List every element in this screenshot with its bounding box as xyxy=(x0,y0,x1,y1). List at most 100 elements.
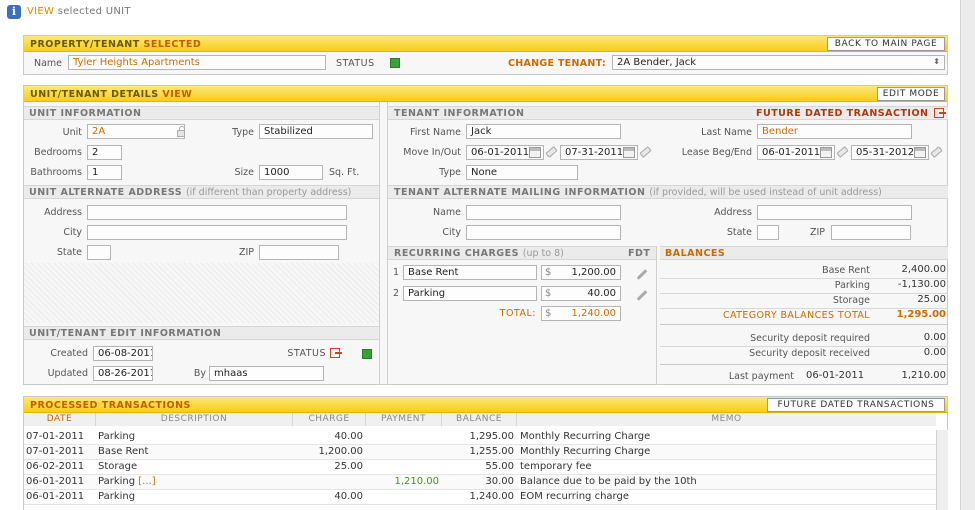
select-arrows-icon: ⬍ xyxy=(933,57,940,66)
table-row[interactable]: 06-01-2011 Parking [...] 1,210.00 30.00 Bala… xyxy=(24,475,936,490)
last-payment-label: Last payment xyxy=(728,371,794,382)
last-name-field[interactable]: Bender xyxy=(757,124,912,139)
transactions-title: PROCESSED TRANSACTIONS xyxy=(30,400,191,411)
cell-payment xyxy=(366,490,439,504)
empty-area xyxy=(24,263,379,323)
table-row[interactable]: 07-01-2011 Parking 40.00 1,295.00 Monthly Re… xyxy=(24,430,936,445)
charge-row-1-name[interactable]: Base Rent xyxy=(403,265,537,280)
charge-row-1-num: 1 xyxy=(392,267,399,278)
cell-charge: 25.00 xyxy=(334,461,363,472)
property-name-field[interactable]: Tyler Heights Apartments xyxy=(68,55,326,70)
recurring-total-field: $1,240.00 xyxy=(541,306,621,321)
unit-info-header: UNIT INFORMATION xyxy=(29,108,142,119)
page-title-keyword: VIEW xyxy=(27,6,55,17)
cell-desc: Parking [...] xyxy=(98,476,156,487)
calendar-icon-lease-end[interactable] xyxy=(914,147,926,158)
unit-alt-address-label: Address xyxy=(44,207,82,218)
tenant-alt-zip-field[interactable] xyxy=(831,225,911,240)
col-header-date[interactable]: DATE xyxy=(24,413,96,426)
cell-desc: Parking xyxy=(98,431,136,442)
future-dated-transactions-button[interactable]: FUTURE DATED TRANSACTIONS xyxy=(767,398,945,412)
calendar-icon-lease-beg[interactable] xyxy=(820,147,832,158)
edit-mode-button[interactable]: EDIT MODE xyxy=(877,87,945,101)
lease-label: Lease Beg/End xyxy=(681,147,752,158)
change-tenant-select[interactable]: 2A Bender, Jack ⬍ xyxy=(612,55,945,70)
col-header-balance[interactable]: BALANCE xyxy=(442,413,517,426)
page-title: VIEW selected UNIT xyxy=(27,6,131,17)
pencil-icon-row-2[interactable] xyxy=(636,290,648,301)
column-divider xyxy=(379,102,380,385)
cell-balance: 1,240.00 xyxy=(469,491,514,502)
tenant-alt-state-field[interactable] xyxy=(757,225,779,240)
eraser-icon-movein[interactable] xyxy=(545,146,558,158)
table-row[interactable]: 07-01-2011 Base Rent 1,200.00 1,255.00 Month… xyxy=(24,445,936,460)
tenant-alt-zip-label: ZIP xyxy=(809,227,825,238)
property-panel-header: PROPERTY/TENANT SELECTED BACK TO MAIN PA… xyxy=(24,36,947,52)
page-title-rest: selected UNIT xyxy=(57,6,131,17)
charge-row-2-name[interactable]: Parking xyxy=(403,286,537,301)
tenant-type-field[interactable]: None xyxy=(466,165,578,180)
balance-row-3-label: Storage xyxy=(832,295,870,306)
eraser-icon-moveout[interactable] xyxy=(639,146,652,158)
unit-alt-zip-label: ZIP xyxy=(238,247,254,258)
last-payment-value: 1,210.00 xyxy=(901,370,946,381)
created-field: 06-08-2011 xyxy=(93,346,153,361)
unit-alt-address-field[interactable] xyxy=(87,205,347,220)
balance-row-1-label: Base Rent xyxy=(822,265,870,276)
cell-date: 07-01-2011 xyxy=(26,431,85,442)
table-row[interactable]: 06-01-2011 Parking 40.00 1,240.00 EOM recurr… xyxy=(24,490,936,505)
exit-icon[interactable] xyxy=(330,348,342,358)
unit-alt-city-field[interactable] xyxy=(87,225,347,240)
page-scrollbar[interactable] xyxy=(960,0,975,510)
eraser-icon-lease-end[interactable] xyxy=(930,146,943,158)
tenant-alt-city-field[interactable] xyxy=(466,225,621,240)
back-to-main-button[interactable]: BACK TO MAIN PAGE xyxy=(827,37,945,51)
cell-charge: 40.00 xyxy=(334,431,363,442)
edit-status-label: STATUS xyxy=(287,348,326,359)
edit-status-indicator xyxy=(362,349,372,359)
last-payment-date: 06-01-2011 xyxy=(806,370,865,381)
calendar-icon-movein[interactable] xyxy=(529,147,541,158)
unit-alt-zip-field[interactable] xyxy=(259,245,339,260)
col-header-payment[interactable]: PAYMENT xyxy=(366,413,442,426)
unit-alt-state-field[interactable] xyxy=(87,245,111,260)
more-link[interactable]: [...] xyxy=(138,476,155,487)
bathrooms-field[interactable]: 1 xyxy=(87,165,122,180)
first-name-label: First Name xyxy=(409,127,461,138)
cell-date: 06-01-2011 xyxy=(26,476,85,487)
status-label: STATUS xyxy=(336,58,375,69)
cell-memo: Monthly Recurring Charge xyxy=(520,431,651,442)
unit-type-field[interactable]: Stabilized xyxy=(259,124,373,139)
first-name-field[interactable]: Jack xyxy=(466,124,621,139)
created-label: Created xyxy=(50,348,88,359)
cell-memo: temporary fee xyxy=(520,461,592,472)
table-scrollbar[interactable] xyxy=(936,430,948,510)
bedrooms-field[interactable]: 2 xyxy=(87,145,122,160)
recurring-header: RECURRING CHARGES (up to 8) xyxy=(394,248,564,259)
size-field[interactable]: 1000 xyxy=(259,165,323,180)
cell-balance: 55.00 xyxy=(485,461,514,472)
charge-row-2-amount[interactable]: $40.00 xyxy=(541,286,621,301)
calendar-icon-moveout[interactable] xyxy=(623,147,635,158)
change-tenant-label: CHANGE TENANT: xyxy=(507,58,606,69)
column-divider-2 xyxy=(387,102,388,385)
transactions-panel: PROCESSED TRANSACTIONS FUTURE DATED TRAN… xyxy=(23,396,948,510)
balance-row-1-value: 2,400.00 xyxy=(901,264,946,275)
col-header-description[interactable]: DESCRIPTION xyxy=(96,413,293,426)
col-header-charge[interactable]: CHARGE xyxy=(293,413,366,426)
future-dated-link[interactable]: FUTURE DATED TRANSACTION xyxy=(756,108,928,121)
tenant-alt-name-label: Name xyxy=(432,207,461,218)
details-panel-title: UNIT/TENANT DETAILS VIEW xyxy=(30,89,193,100)
exit-icon-tenant[interactable] xyxy=(934,108,946,118)
unit-field[interactable]: 2A xyxy=(87,124,185,139)
charge-row-1-amount[interactable]: $1,200.00 xyxy=(541,265,621,280)
by-label: By xyxy=(193,368,206,379)
tenant-alt-address-field[interactable] xyxy=(757,205,912,220)
pencil-icon-row-1[interactable] xyxy=(636,269,648,280)
tenant-alt-name-field[interactable] xyxy=(466,205,621,220)
eraser-icon-lease-beg[interactable] xyxy=(836,146,849,158)
unit-label: Unit xyxy=(62,127,82,138)
fdt-label: FDT xyxy=(628,248,651,259)
col-header-memo[interactable]: MEMO xyxy=(517,413,936,426)
table-row[interactable]: 06-02-2011 Storage 25.00 55.00 temporary fee xyxy=(24,460,936,475)
